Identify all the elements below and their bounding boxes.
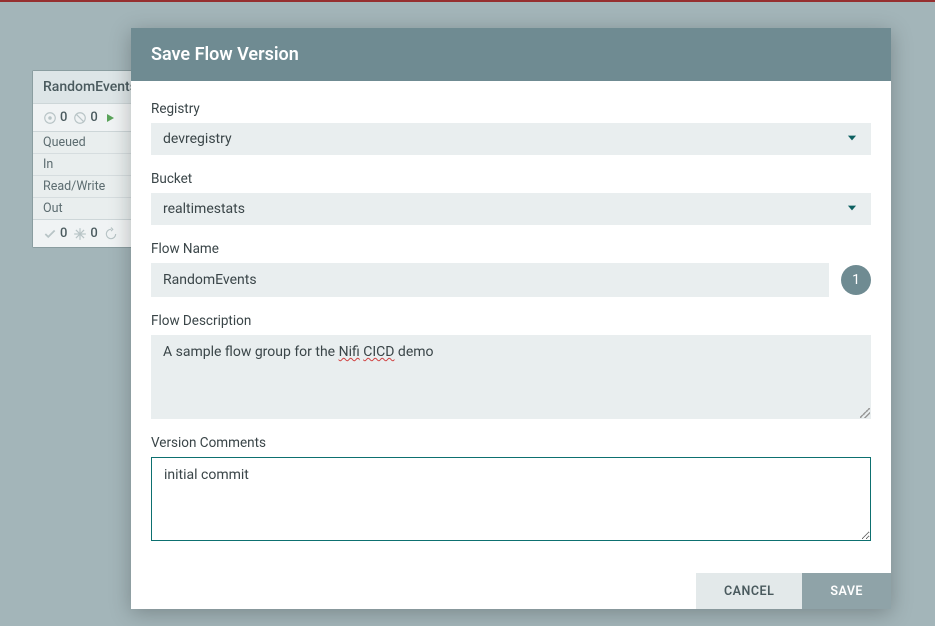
chevron-down-icon [845, 200, 859, 219]
desc-spellerror-2: CICD [363, 344, 394, 360]
dialog-body: Registry devregistry Bucket realtimestat… [131, 81, 891, 573]
bucket-value: realtimestats [163, 201, 845, 217]
stat-label: Read/Write [43, 179, 105, 194]
snowflake-icon: 0 [73, 226, 97, 241]
desc-spellerror-1: Nifi [339, 344, 360, 360]
registry-value: devregistry [163, 131, 845, 147]
flow-description-input[interactable]: A sample flow group for the Nifi CICD de… [151, 335, 871, 419]
stat-label: In [43, 157, 53, 172]
not-transmitting-count: 0 [90, 110, 97, 125]
stat-label: Queued [43, 135, 86, 150]
flow-name-label: Flow Name [151, 241, 871, 257]
flow-description-field: Flow Description A sample flow group for… [151, 313, 871, 419]
dialog-footer: CANCEL SAVE [131, 573, 891, 609]
desc-text-suffix: demo [394, 344, 433, 360]
bucket-select[interactable]: realtimestats [151, 193, 871, 225]
version-comments-label: Version Comments [151, 435, 871, 451]
dialog-title: Save Flow Version [131, 28, 891, 81]
cancel-button[interactable]: CANCEL [696, 573, 802, 609]
registry-label: Registry [151, 101, 871, 117]
flow-name-field: Flow Name 1 [151, 241, 871, 297]
bucket-field: Bucket realtimestats [151, 171, 871, 225]
transmitting-icon: 0 [43, 110, 67, 125]
version-comments-field: Version Comments [151, 435, 871, 545]
transmitting-count: 0 [60, 110, 67, 125]
star-count: 0 [90, 226, 97, 241]
stat-label: Out [43, 201, 63, 216]
registry-select[interactable]: devregistry [151, 123, 871, 155]
check-count: 0 [60, 226, 67, 241]
check-icon: 0 [43, 226, 67, 241]
chevron-down-icon [845, 130, 859, 149]
version-comments-input[interactable] [151, 457, 871, 541]
flow-description-label: Flow Description [151, 313, 871, 329]
play-icon [104, 112, 116, 124]
registry-field: Registry devregistry [151, 101, 871, 155]
resize-handle-icon[interactable] [860, 408, 870, 418]
flow-name-input[interactable] [151, 263, 829, 297]
refresh-icon [104, 227, 118, 241]
save-flow-version-dialog: Save Flow Version Registry devregistry B… [131, 28, 891, 609]
desc-text-prefix: A sample flow group for the [163, 344, 339, 360]
bucket-label: Bucket [151, 171, 871, 187]
not-transmitting-icon: 0 [73, 110, 97, 125]
save-button[interactable]: SAVE [802, 573, 891, 609]
version-badge: 1 [841, 265, 871, 295]
